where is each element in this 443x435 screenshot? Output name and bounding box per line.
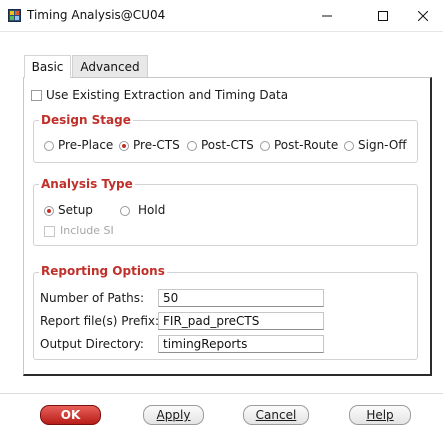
- report-prefix-input[interactable]: [158, 312, 324, 330]
- include-si-label: Include SI: [60, 224, 114, 237]
- radio-post-cts[interactable]: [187, 141, 197, 151]
- tab-advanced-label: Advanced: [80, 59, 140, 74]
- use-existing-checkbox[interactable]: [31, 90, 42, 101]
- output-directory-input[interactable]: [158, 335, 324, 353]
- radio-setup[interactable]: [44, 206, 54, 216]
- use-existing-label: Use Existing Extraction and Timing Data: [46, 88, 289, 102]
- button-separator: [0, 393, 443, 394]
- ok-button[interactable]: OK: [40, 405, 101, 425]
- design-stage-title: Design Stage: [39, 113, 133, 127]
- apply-button-label: Apply: [156, 408, 191, 422]
- minimize-icon: [322, 15, 332, 17]
- report-prefix-label: Report file(s) Prefix:: [40, 314, 160, 328]
- tab-basic-label: Basic: [31, 60, 64, 74]
- radio-hold[interactable]: [120, 206, 130, 216]
- radio-pre-cts-label: Pre-CTS: [133, 138, 180, 152]
- close-button[interactable]: [403, 0, 443, 32]
- basic-tab-panel: Use Existing Extraction and Timing Data …: [23, 77, 432, 376]
- title-bar: Timing Analysis@CU04: [0, 0, 443, 32]
- radio-pre-cts[interactable]: [119, 141, 129, 151]
- cancel-button[interactable]: Cancel: [243, 405, 309, 425]
- radio-sign-off[interactable]: [344, 141, 354, 151]
- reporting-options-title: Reporting Options: [39, 264, 167, 278]
- help-button-label: Help: [366, 408, 394, 422]
- radio-hold-label: Hold: [138, 203, 166, 217]
- tab-advanced[interactable]: Advanced: [72, 55, 148, 77]
- number-of-paths-label: Number of Paths:: [40, 291, 145, 305]
- tab-basic[interactable]: Basic: [24, 55, 71, 78]
- minimize-button[interactable]: [304, 0, 350, 32]
- app-icon: [8, 9, 21, 22]
- ok-button-label: OK: [60, 408, 81, 422]
- radio-pre-place[interactable]: [44, 141, 54, 151]
- window-title: Timing Analysis@CU04: [27, 8, 166, 22]
- help-button[interactable]: Help: [349, 405, 411, 425]
- apply-button[interactable]: Apply: [143, 405, 204, 425]
- number-of-paths-input[interactable]: [158, 289, 324, 307]
- dialog-body: Basic Advanced Use Existing Extraction a…: [0, 32, 443, 435]
- output-directory-label: Output Directory:: [40, 337, 144, 351]
- analysis-type-title: Analysis Type: [39, 177, 135, 191]
- radio-setup-label: Setup: [58, 203, 93, 217]
- close-icon: [418, 11, 428, 21]
- radio-post-cts-label: Post-CTS: [201, 138, 254, 152]
- radio-sign-off-label: Sign-Off: [358, 138, 407, 152]
- radio-post-route[interactable]: [260, 141, 270, 151]
- cancel-button-label: Cancel: [255, 408, 297, 422]
- maximize-button[interactable]: [360, 0, 406, 32]
- maximize-icon: [378, 11, 388, 21]
- radio-post-route-label: Post-Route: [274, 138, 339, 152]
- include-si-checkbox[interactable]: [44, 226, 55, 237]
- radio-pre-place-label: Pre-Place: [58, 138, 114, 152]
